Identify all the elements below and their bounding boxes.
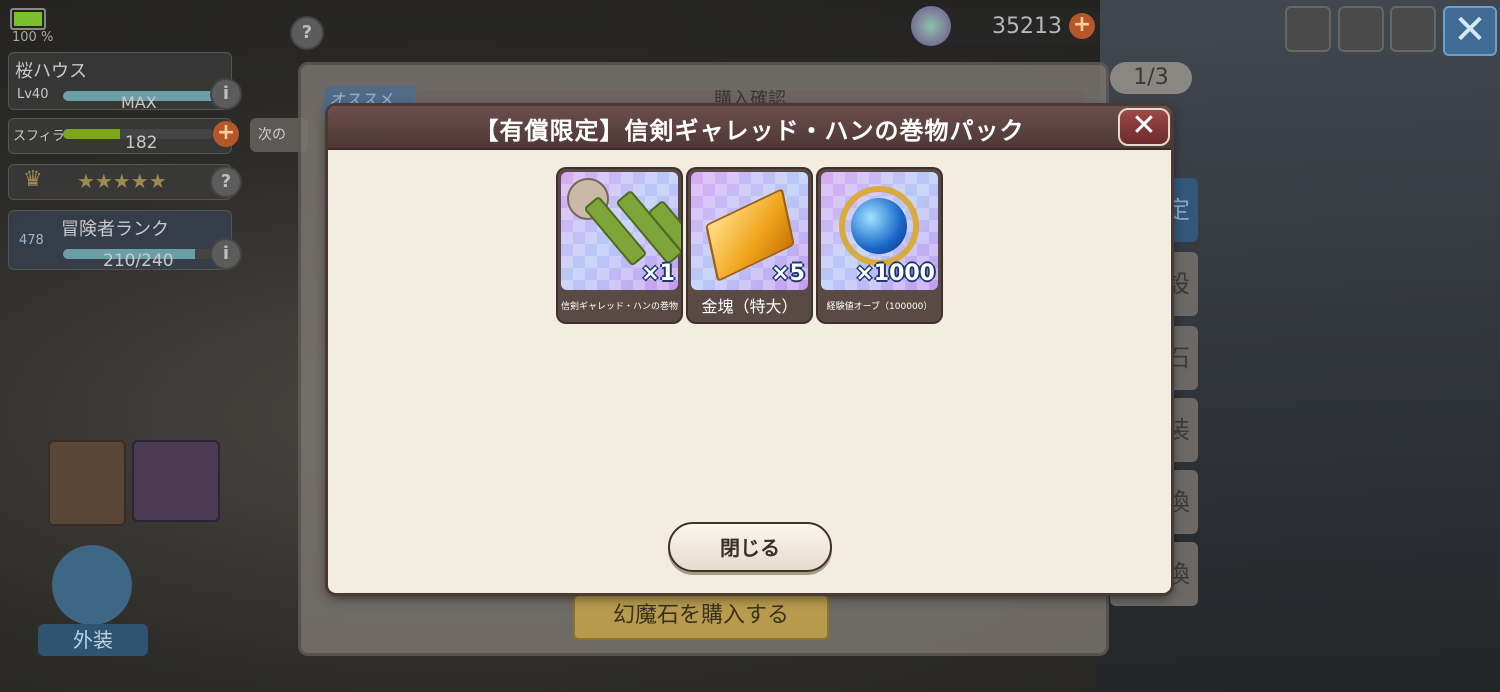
battery-label: 100 % xyxy=(12,30,54,45)
stamina-panel: スフィラ 182 xyxy=(8,118,232,154)
item-card: ×1 信剣ギャレッド・ハンの巻物 xyxy=(558,169,681,322)
level-info-icon[interactable]: i xyxy=(210,78,242,110)
rank-panel: 478 冒険者ランク 210/240 xyxy=(8,210,232,271)
stars-help-icon[interactable]: ? xyxy=(210,166,242,198)
player-name-panel: 桜ハウス Lv40 MAX xyxy=(8,52,232,112)
rank-label: 冒険者ランク xyxy=(61,219,169,240)
crown-icon: ♛ xyxy=(23,167,43,192)
currency-add-button[interactable]: + xyxy=(1069,13,1095,39)
stars-panel: ♛ ★★★★★ xyxy=(8,164,232,200)
stamina-value: 182 xyxy=(125,133,158,153)
item-quantity: ×1000 xyxy=(855,261,935,286)
page-count: 1/3 xyxy=(1110,62,1192,94)
level-max-label: MAX xyxy=(121,93,157,112)
dialog-title: 【有償限定】信剣ギャレッド・ハンの巻物パック xyxy=(474,117,1025,145)
item-quantity: ×1 xyxy=(641,261,675,286)
cards-icon[interactable] xyxy=(132,440,220,522)
currency-panel: 35213 + xyxy=(911,6,1100,46)
player-level: Lv40 xyxy=(17,87,49,102)
currency-amount: 35213 xyxy=(992,14,1062,39)
item-card: ×1000 経験値オーブ（100000） xyxy=(818,169,941,322)
item-name: 金塊（特大） xyxy=(701,297,798,316)
close-shop-button[interactable]: ✕ xyxy=(1443,6,1497,56)
item-card: ×5 金塊（特大） xyxy=(688,169,811,322)
buy-gems-button[interactable]: 幻魔石を購入する xyxy=(573,594,829,640)
item-quantity: ×5 xyxy=(771,261,805,286)
rank-exp: 210/240 xyxy=(103,251,174,271)
rank-info-icon[interactable]: i xyxy=(210,238,242,270)
present-icon[interactable] xyxy=(1338,6,1384,52)
book-icon[interactable] xyxy=(48,440,126,526)
battery-icon xyxy=(10,8,46,30)
player-name: 桜ハウス xyxy=(15,61,87,82)
item-name: 経験値オーブ（100000） xyxy=(826,302,933,312)
stamina-label: スフィラ xyxy=(13,129,65,144)
rank-badge-icon: 478 xyxy=(19,233,44,248)
star-rating: ★★★★★ xyxy=(77,169,167,193)
skin-character-icon[interactable] xyxy=(52,545,132,625)
dialog-header: 【有償限定】信剣ギャレッド・ハンの巻物パック xyxy=(328,106,1171,150)
gem-icon xyxy=(911,6,951,46)
mail-icon[interactable] xyxy=(1285,6,1331,52)
quest-icon[interactable] xyxy=(1390,6,1436,52)
dialog-close-button[interactable]: ✕ xyxy=(1118,108,1170,146)
stamina-add-button[interactable]: + xyxy=(213,121,239,147)
close-button[interactable]: 閉じる xyxy=(668,522,832,572)
skin-button[interactable]: 外装 xyxy=(38,624,148,656)
item-name: 信剣ギャレッド・ハンの巻物 xyxy=(560,302,678,312)
help-icon[interactable]: ? xyxy=(290,16,324,50)
